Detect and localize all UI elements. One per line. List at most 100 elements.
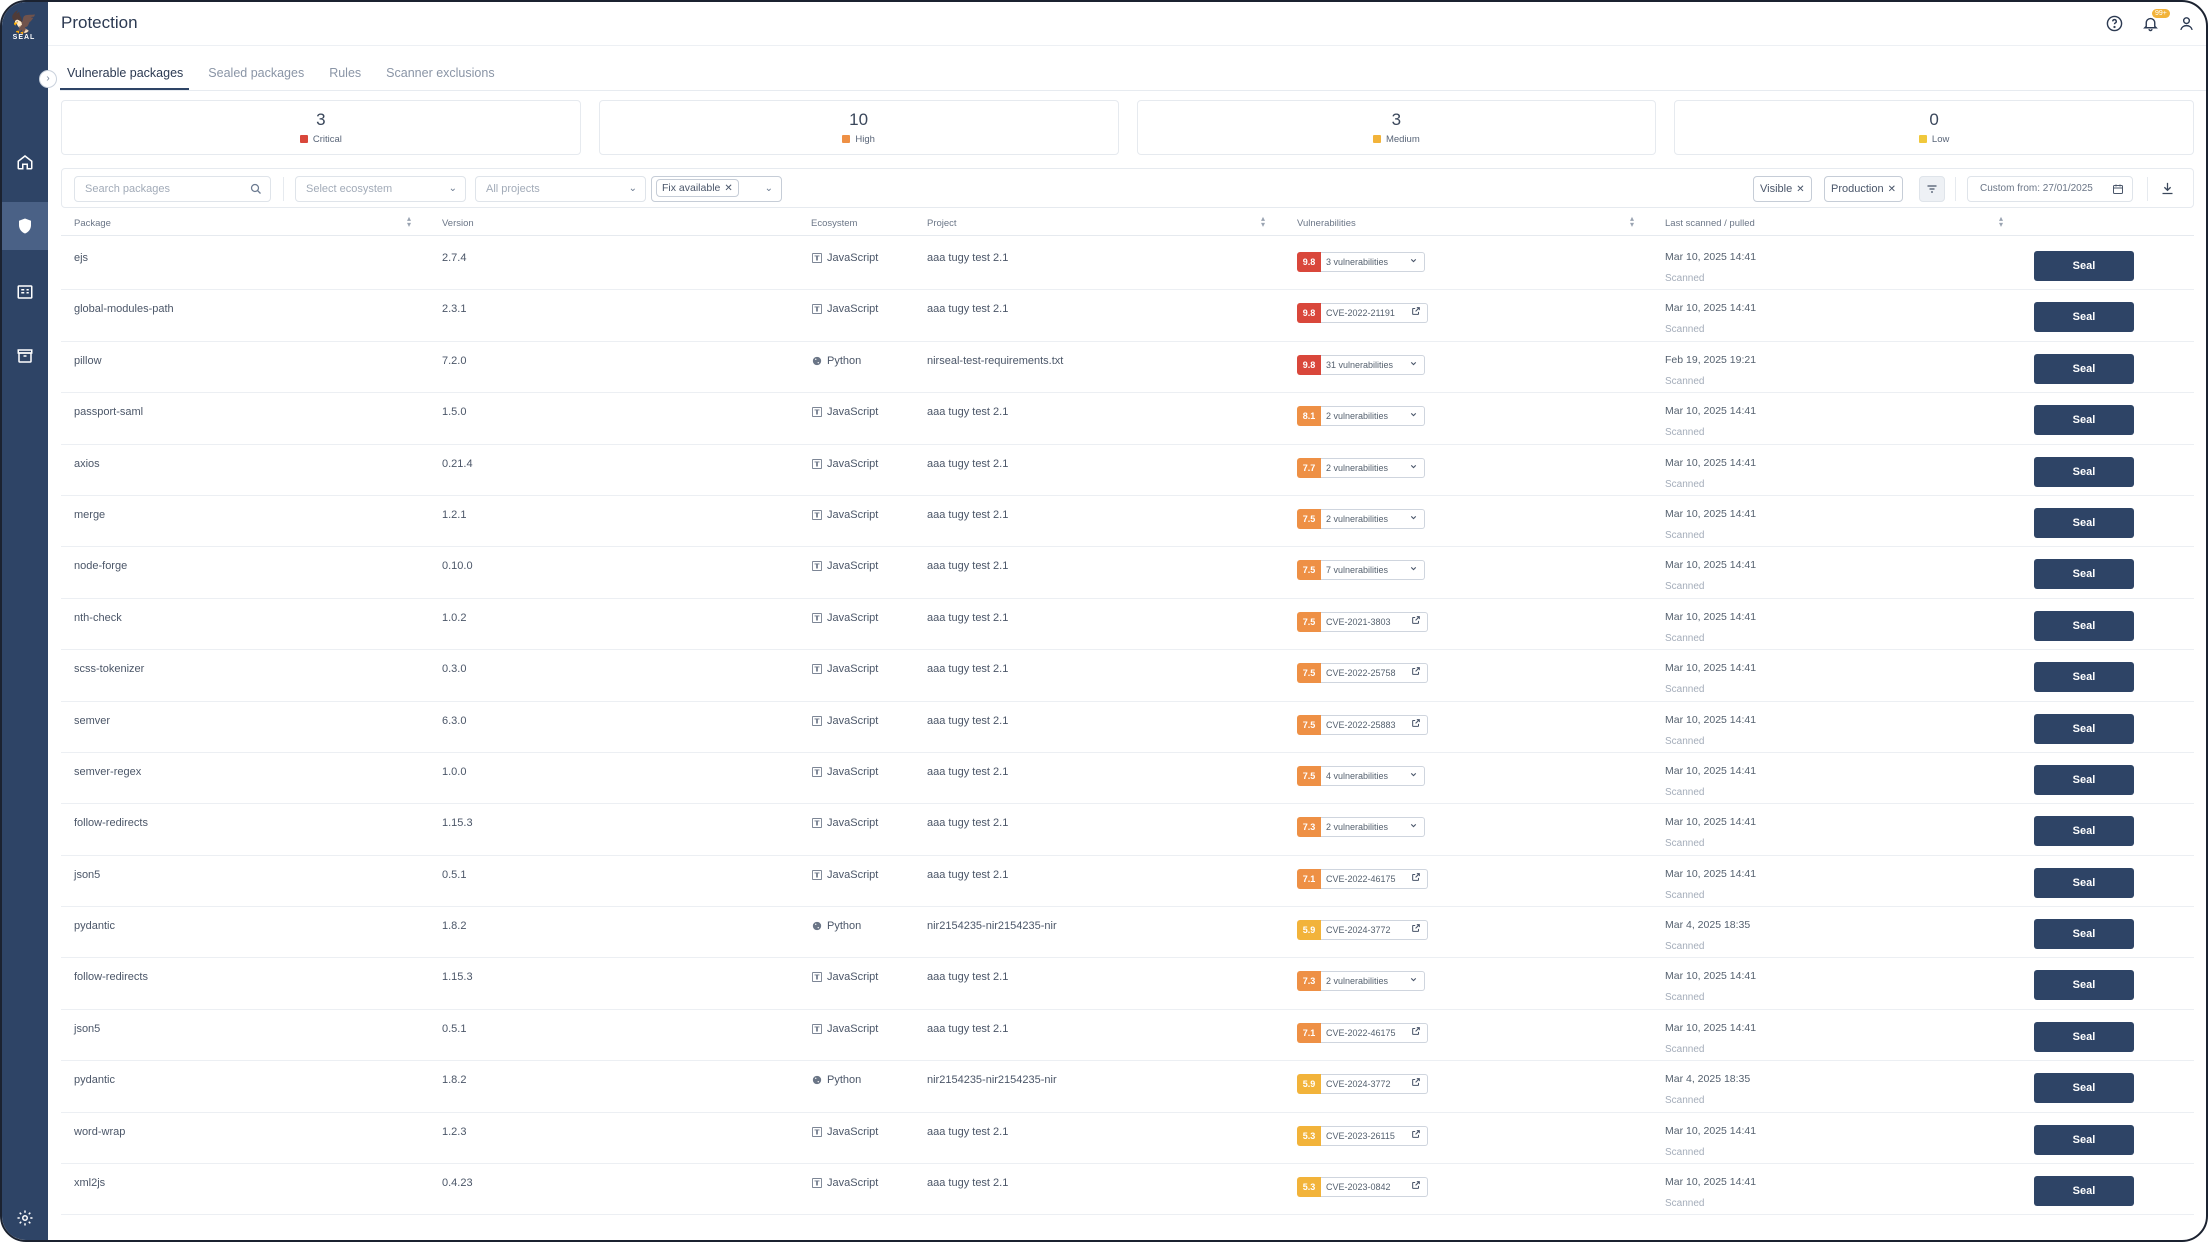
package-name[interactable]: follow-redirects: [74, 971, 148, 983]
sidebar-item-inventory[interactable]: [2, 268, 48, 316]
seal-button[interactable]: Seal: [2034, 251, 2134, 281]
column-header-project[interactable]: Project: [927, 218, 957, 229]
package-name[interactable]: merge: [74, 509, 105, 521]
seal-button[interactable]: Seal: [2034, 456, 2134, 487]
external-link-icon[interactable]: [1411, 1075, 1421, 1093]
projects-select[interactable]: All projects ⌄: [475, 176, 646, 202]
seal-button[interactable]: Seal: [2034, 610, 2134, 641]
download-icon[interactable]: [2160, 181, 2175, 201]
seal-button[interactable]: Seal: [2034, 970, 2134, 1001]
sort-icon[interactable]: ▴ ▾: [1999, 215, 2003, 229]
table-row[interactable]: node-forge 0.10.0 JavaScript aaa tugy te…: [61, 547, 2194, 599]
seal-button[interactable]: Seal: [2034, 507, 2134, 538]
sidebar-item-home[interactable]: [2, 138, 48, 186]
table-row[interactable]: global-modules-path 2.3.1 JavaScript aaa…: [61, 290, 2194, 342]
seal-button[interactable]: Seal: [2034, 867, 2134, 898]
table-row[interactable]: follow-redirects 1.15.3 JavaScript aaa t…: [61, 958, 2194, 1010]
chevron-down-icon[interactable]: [1409, 561, 1418, 579]
table-row[interactable]: passport-saml 1.5.0 JavaScript aaa tugy …: [61, 393, 2194, 445]
chevron-down-icon[interactable]: [1409, 767, 1418, 785]
table-row[interactable]: axios 0.21.4 JavaScript aaa tugy test 2.…: [61, 445, 2194, 496]
package-name[interactable]: xml2js: [74, 1177, 105, 1189]
tab-vulnerable-packages[interactable]: Vulnerable packages: [60, 64, 190, 90]
chevron-down-icon[interactable]: [1409, 356, 1418, 374]
seal-button[interactable]: Seal: [2034, 302, 2134, 333]
cve-link[interactable]: 7.5 CVE-2022-25758: [1297, 663, 1428, 684]
seal-button[interactable]: Seal: [2034, 1124, 2134, 1155]
package-name[interactable]: ejs: [74, 252, 88, 264]
sort-icon[interactable]: ▴ ▾: [407, 215, 411, 229]
close-icon[interactable]: ✕: [724, 183, 732, 194]
package-name[interactable]: follow-redirects: [74, 817, 148, 829]
table-row[interactable]: follow-redirects 1.15.3 JavaScript aaa t…: [61, 804, 2194, 856]
external-link-icon[interactable]: [1411, 613, 1421, 631]
chevron-down-icon[interactable]: [1409, 459, 1418, 477]
seal-button[interactable]: Seal: [2034, 1176, 2134, 1207]
fix-available-chip[interactable]: Fix available ✕: [656, 179, 739, 197]
table-row[interactable]: xml2js 0.4.23 JavaScript aaa tugy test 2…: [61, 1164, 2194, 1216]
package-name[interactable]: pydantic: [74, 1074, 115, 1086]
fix-filter-select[interactable]: Fix available ✕ ⌄: [651, 176, 782, 202]
column-header-vulnerabilities[interactable]: Vulnerabilities: [1297, 218, 1356, 229]
package-name[interactable]: scss-tokenizer: [74, 663, 144, 675]
cve-link[interactable]: 7.1 CVE-2022-46175: [1297, 1022, 1428, 1043]
package-name[interactable]: pillow: [74, 355, 102, 367]
table-row[interactable]: semver 6.3.0 JavaScript aaa tugy test 2.…: [61, 702, 2194, 753]
external-link-icon[interactable]: [1411, 921, 1421, 939]
table-row[interactable]: nth-check 1.0.2 JavaScript aaa tugy test…: [61, 599, 2194, 651]
severity-card-critical[interactable]: 3 Critical: [61, 100, 581, 155]
close-icon[interactable]: ✕: [1888, 184, 1896, 195]
cve-link[interactable]: 5.3 CVE-2023-26115: [1297, 1125, 1428, 1146]
table-row[interactable]: merge 1.2.1 JavaScript aaa tugy test 2.1…: [61, 496, 2194, 548]
help-icon[interactable]: [2104, 13, 2124, 33]
ecosystem-select[interactable]: Select ecosystem ⌄: [295, 176, 466, 202]
seal-button[interactable]: Seal: [2034, 764, 2134, 795]
package-name[interactable]: passport-saml: [74, 406, 143, 418]
table-row[interactable]: pillow 7.2.0 Python nirseal-test-require…: [61, 342, 2194, 394]
table-row[interactable]: ejs 2.7.4 JavaScript aaa tugy test 2.1 9…: [61, 239, 2194, 291]
package-name[interactable]: json5: [74, 1023, 100, 1035]
cve-link[interactable]: 7.5 CVE-2022-25883: [1297, 714, 1428, 735]
external-link-icon[interactable]: [1411, 664, 1421, 682]
tab-rules[interactable]: Rules: [322, 64, 367, 90]
external-link-icon[interactable]: [1411, 1178, 1421, 1196]
chevron-down-icon[interactable]: [1409, 818, 1418, 836]
package-name[interactable]: semver: [74, 715, 110, 727]
package-name[interactable]: word-wrap: [74, 1126, 125, 1138]
external-link-icon[interactable]: [1411, 870, 1421, 888]
seal-button[interactable]: Seal: [2034, 816, 2134, 847]
severity-card-high[interactable]: 10 High: [598, 100, 1119, 155]
sidebar-item-protection[interactable]: [2, 202, 48, 250]
vulnerabilities-dropdown[interactable]: 7.7 2 vulnerabilities: [1297, 457, 1425, 478]
sidebar-item-settings[interactable]: [2, 1194, 48, 1240]
production-chip[interactable]: Production ✕: [1824, 176, 1903, 202]
sidebar-item-archive[interactable]: [2, 332, 48, 380]
seal-button[interactable]: Seal: [2034, 713, 2134, 744]
cve-link[interactable]: 7.5 CVE-2021-3803: [1297, 611, 1428, 632]
package-name[interactable]: axios: [74, 458, 100, 470]
package-name[interactable]: json5: [74, 869, 100, 881]
table-row[interactable]: pydantic 1.8.2 Python nir2154235-nir2154…: [61, 907, 2194, 959]
sort-icon[interactable]: ▴ ▾: [1630, 215, 1634, 229]
table-row[interactable]: pydantic 1.8.2 Python nir2154235-nir2154…: [61, 1061, 2194, 1113]
cve-link[interactable]: 5.9 CVE-2024-3772: [1297, 1074, 1428, 1095]
chevron-down-icon[interactable]: [1409, 407, 1418, 425]
column-header-package[interactable]: Package: [74, 218, 111, 229]
cve-link[interactable]: 7.1 CVE-2022-46175: [1297, 868, 1428, 889]
column-header-last-scanned[interactable]: Last scanned / pulled: [1665, 218, 1755, 229]
tab-sealed-packages[interactable]: Sealed packages: [201, 64, 310, 90]
external-link-icon[interactable]: [1411, 716, 1421, 734]
seal-button[interactable]: Seal: [2034, 1021, 2134, 1052]
cve-link[interactable]: 9.8 CVE-2022-21191: [1297, 303, 1428, 324]
filter-button[interactable]: [1919, 176, 1945, 202]
seal-logo[interactable]: 🦅 SEAL: [8, 12, 40, 46]
close-icon[interactable]: ✕: [1796, 184, 1804, 195]
sort-icon[interactable]: ▴ ▾: [1261, 215, 1265, 229]
cve-link[interactable]: 5.3 CVE-2023-0842: [1297, 1177, 1428, 1198]
cve-link[interactable]: 5.9 CVE-2024-3772: [1297, 920, 1428, 941]
chevron-down-icon[interactable]: [1409, 253, 1418, 271]
date-range-picker[interactable]: Custom from: 27/01/2025: [1967, 176, 2133, 202]
vulnerabilities-dropdown[interactable]: 8.1 2 vulnerabilities: [1297, 406, 1425, 427]
external-link-icon[interactable]: [1411, 304, 1421, 322]
seal-button[interactable]: Seal: [2034, 559, 2134, 590]
